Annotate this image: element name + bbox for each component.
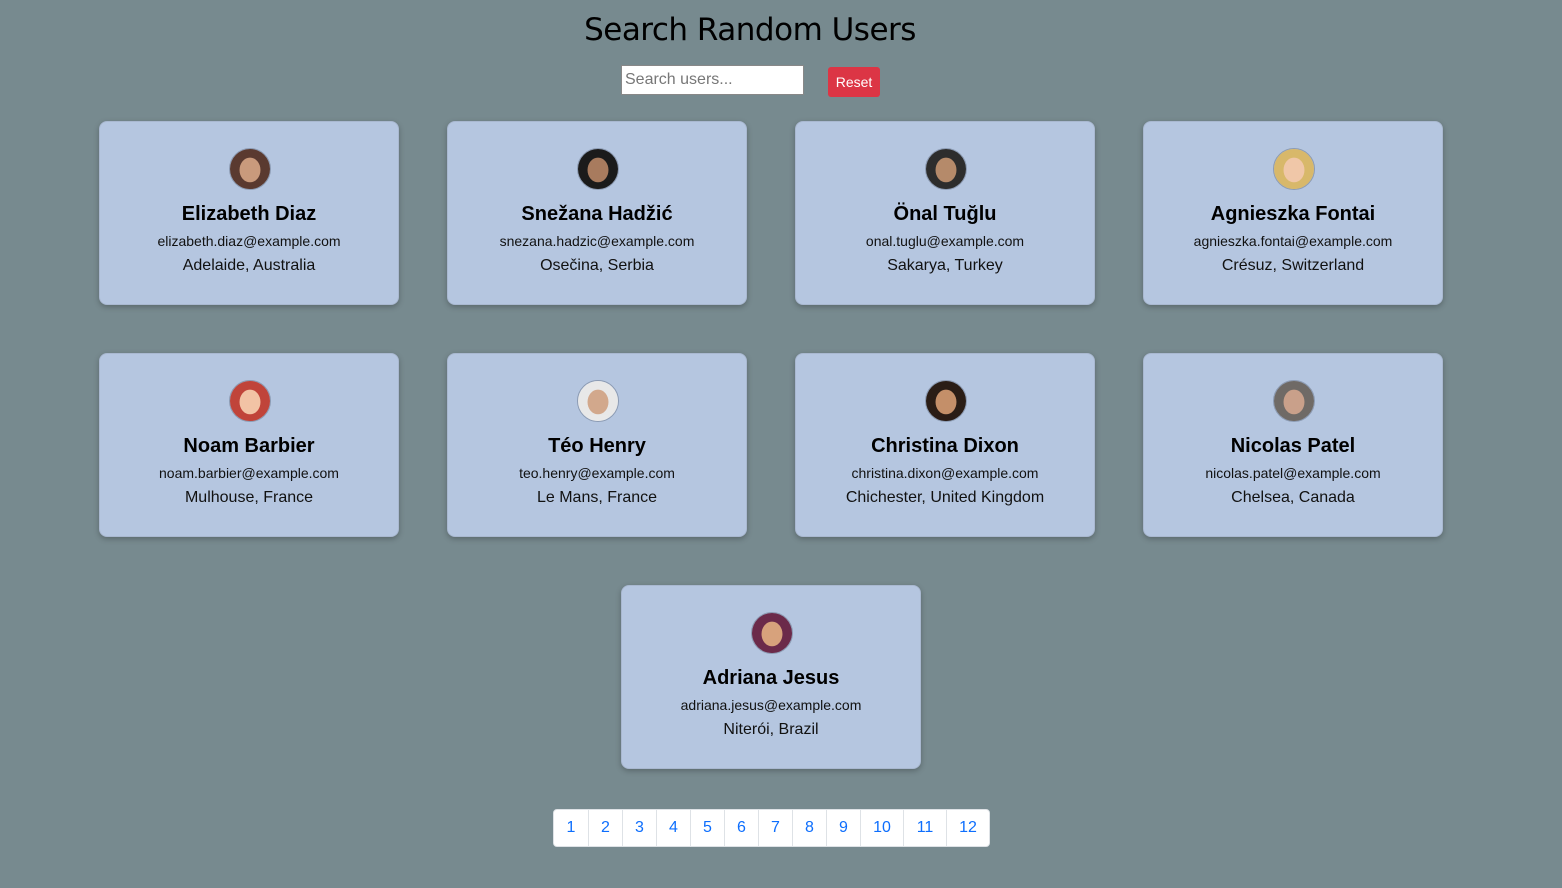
page-link-1[interactable]: 1 [554,810,588,846]
user-card: Christina Dixon christina.dixon@example.c… [795,353,1095,537]
page-link-8[interactable]: 8 [792,810,826,846]
user-name: Adriana Jesus [702,667,840,689]
user-email: elizabeth.diaz@example.com [157,233,341,249]
page-link-4[interactable]: 4 [656,810,690,846]
user-location: Chichester, United Kingdom [845,489,1045,506]
user-card: Snežana Hadžić snezana.hadzic@example.com… [447,121,747,305]
avatar [577,380,619,422]
user-location: Adelaide, Australia [182,257,316,274]
user-name: Nicolas Patel [1230,435,1356,457]
user-card: Adriana Jesus adriana.jesus@example.com Ni… [621,585,921,769]
avatar [577,148,619,190]
user-name: Téo Henry [548,435,646,457]
user-email: agnieszka.fontai@example.com [1193,233,1393,249]
user-card: Noam Barbier noam.barbier@example.com Mulh… [99,353,399,537]
user-location: Le Mans, France [536,489,658,506]
user-card: Agnieszka Fontai agnieszka.fontai@example… [1143,121,1443,305]
user-location: Crésuz, Switzerland [1221,257,1365,274]
user-location: Niterói, Brazil [723,721,819,738]
page-link-5[interactable]: 5 [690,810,724,846]
user-name: Elizabeth Diaz [181,203,317,225]
avatar [1273,148,1315,190]
avatar [229,380,271,422]
user-email: nicolas.patel@example.com [1205,465,1381,481]
user-name: Snežana Hadžić [521,203,673,225]
avatar [925,148,967,190]
avatar [925,380,967,422]
page-link-11[interactable]: 11 [903,810,946,846]
avatar [229,148,271,190]
user-email: noam.barbier@example.com [159,465,339,481]
user-name: Agnieszka Fontai [1210,203,1376,225]
search-input[interactable] [621,65,804,95]
user-name: Önal Tuğlu [893,203,997,225]
page-link-7[interactable]: 7 [758,810,792,846]
user-email: adriana.jesus@example.com [680,697,862,713]
avatar [751,612,793,654]
page-link-9[interactable]: 9 [826,810,860,846]
user-card: Elizabeth Diaz elizabeth.diaz@example.com… [99,121,399,305]
page-title: Search Random Users [584,12,916,48]
user-card: Téo Henry teo.henry@example.com Le Mans, F… [447,353,747,537]
user-email: onal.tuglu@example.com [865,233,1025,249]
page: Search Random Users Reset Elizabeth Diaz… [0,0,1562,888]
user-card: Nicolas Patel nicolas.patel@example.com Ch… [1143,353,1443,537]
user-name: Christina Dixon [871,435,1019,457]
user-location: Sakarya, Turkey [887,257,1003,274]
page-link-10[interactable]: 10 [860,810,903,846]
user-location: Osečina, Serbia [540,257,654,274]
user-email: snezana.hadzic@example.com [499,233,695,249]
reset-button[interactable]: Reset [828,67,880,97]
user-location: Chelsea, Canada [1231,489,1355,506]
page-link-6[interactable]: 6 [724,810,758,846]
pagination: 1 2 3 4 5 6 7 8 9 10 11 12 [553,809,990,847]
user-card: Önal Tuğlu onal.tuglu@example.com Sakarya,… [795,121,1095,305]
page-link-2[interactable]: 2 [588,810,622,846]
user-location: Mulhouse, France [184,489,314,506]
page-link-12[interactable]: 12 [946,810,989,846]
user-email: teo.henry@example.com [519,465,675,481]
avatar [1273,380,1315,422]
user-email: christina.dixon@example.com [851,465,1039,481]
user-name: Noam Barbier [183,435,315,457]
page-link-3[interactable]: 3 [622,810,656,846]
